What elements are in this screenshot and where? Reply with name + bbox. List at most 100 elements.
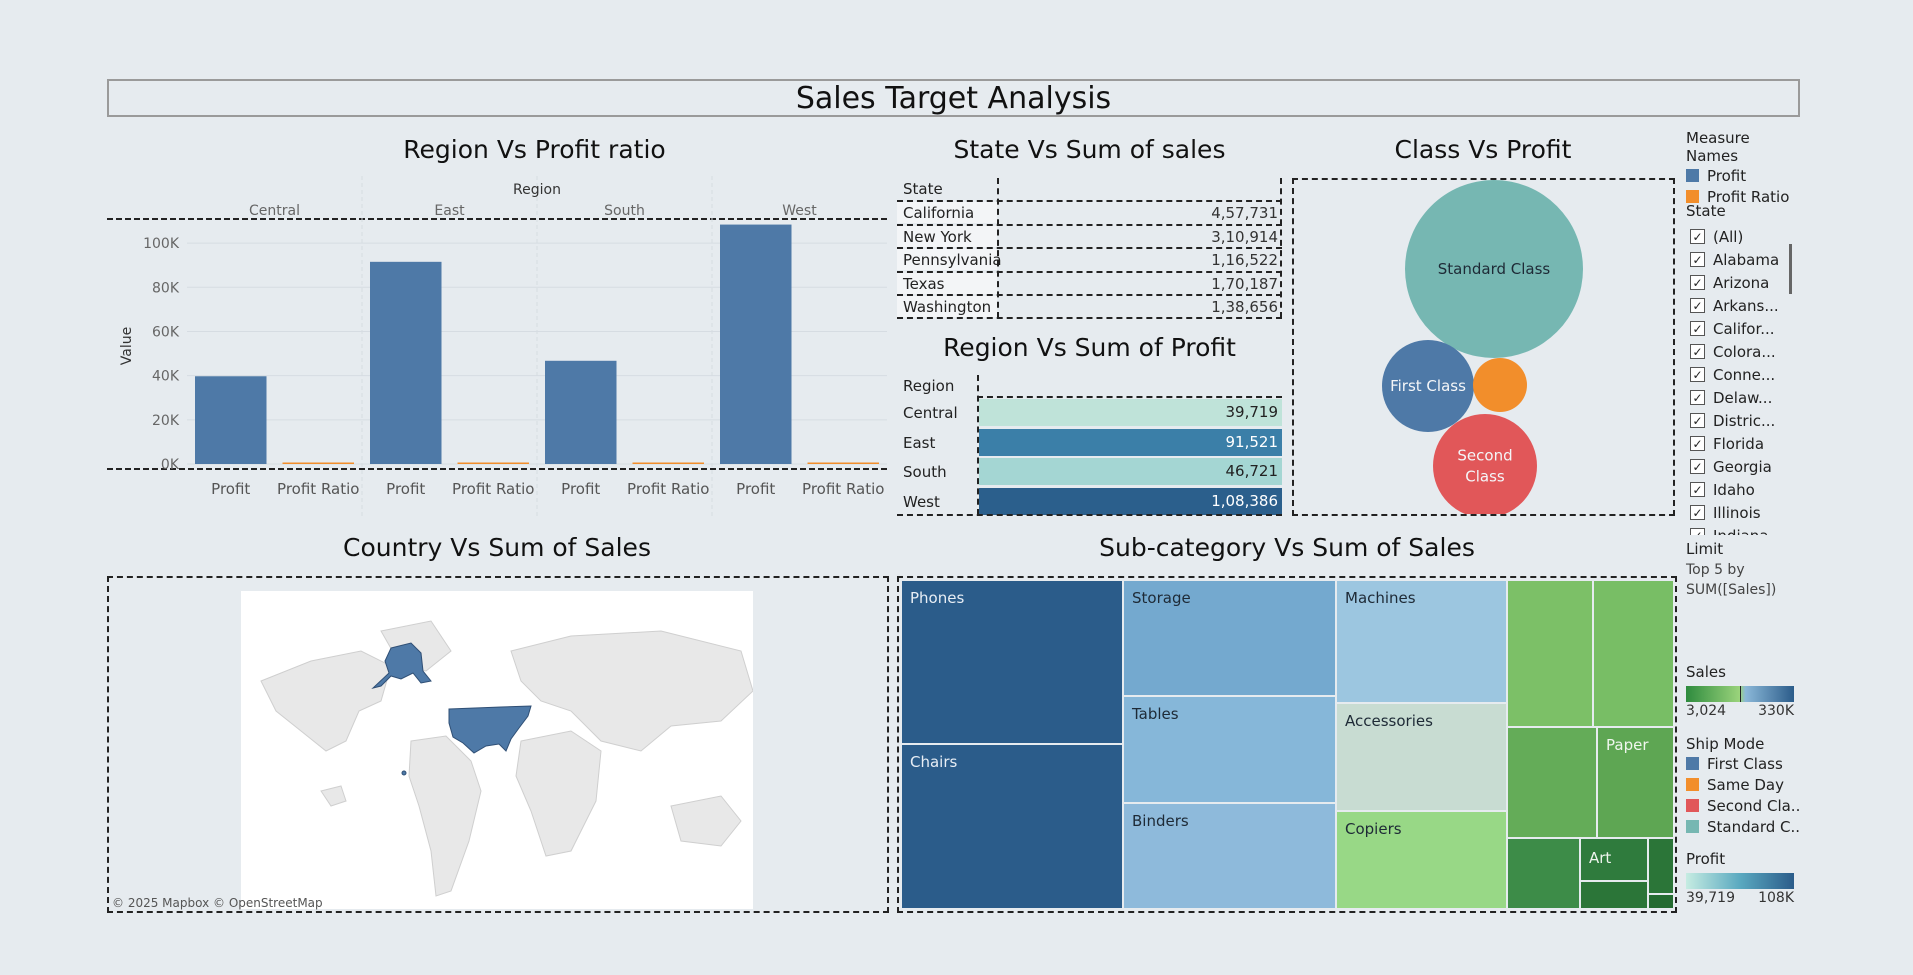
treemap-tables[interactable]: Tables: [1123, 696, 1336, 803]
checkbox-icon[interactable]: ✓: [1690, 390, 1705, 405]
state-filter-item[interactable]: ✓ (All): [1690, 226, 1743, 247]
checkbox-icon[interactable]: ✓: [1690, 229, 1705, 244]
sales-scale-title: Sales: [1686, 663, 1726, 681]
profit-scale-max: 108K: [1758, 890, 1794, 906]
state-filter-list[interactable]: ✓ (All) ✓ Alabama ✓ Arizona ✓ Arkans... ✓ Califor…: [1686, 224, 1801, 535]
treemap-chairs[interactable]: Chairs: [901, 744, 1123, 909]
state-name: Washington: [903, 298, 992, 316]
treemap-cell-3[interactable]: [1507, 727, 1597, 838]
profit-swatch: [1686, 169, 1699, 182]
region-name: Central: [903, 404, 958, 422]
measure-names-title: Measure Names: [1686, 129, 1750, 165]
bar-profit-ratio[interactable]: [457, 462, 530, 465]
treemap-storage[interactable]: Storage: [1123, 580, 1336, 696]
state-filter-item[interactable]: ✓ Conne...: [1690, 364, 1775, 385]
treemap-art[interactable]: Art: [1580, 838, 1648, 881]
class-profit-bubbles: Standard Class First Class Second Class: [1382, 180, 1583, 514]
profit-scale-min: 39,719: [1686, 890, 1735, 906]
checkbox-icon[interactable]: ✓: [1690, 413, 1705, 428]
bar-profit[interactable]: [545, 360, 617, 464]
region-row[interactable]: West 1,08,386: [897, 487, 1282, 516]
state-filter-item[interactable]: ✓ Idaho: [1690, 479, 1755, 500]
state-filter-item[interactable]: ✓ Colora...: [1690, 341, 1776, 362]
checkbox-icon[interactable]: ✓: [1690, 321, 1705, 336]
state-filter-scrollbar[interactable]: [1789, 244, 1792, 294]
checkbox-icon[interactable]: ✓: [1690, 505, 1705, 520]
world-map[interactable]: [241, 591, 753, 909]
state-filter-label: Distric...: [1713, 411, 1776, 430]
bar-profit-ratio[interactable]: [282, 462, 355, 465]
treemap-phones[interactable]: Phones: [901, 580, 1123, 744]
bar-profit-ratio[interactable]: [632, 462, 705, 465]
state-filter-item[interactable]: ✓ Delaw...: [1690, 387, 1772, 408]
treemap-phones-label: Phones: [910, 589, 965, 607]
checkbox-icon[interactable]: ✓: [1690, 344, 1705, 359]
sales-scale-max: 330K: [1758, 703, 1794, 719]
treemap-machines[interactable]: Machines: [1336, 580, 1507, 703]
region-profit-value: 39,719: [1225, 403, 1279, 421]
region-row[interactable]: East 91,521: [897, 428, 1282, 457]
state-filter-item[interactable]: ✓ Illinois: [1690, 502, 1761, 523]
state-filter-item[interactable]: ✓ Arkans...: [1690, 295, 1779, 316]
treemap-cell-2[interactable]: [1593, 580, 1674, 727]
bar-profit-ratio[interactable]: [807, 462, 880, 465]
y-tick-label: 40K: [152, 369, 180, 385]
checkbox-icon[interactable]: ✓: [1690, 298, 1705, 313]
bubble-label: Second: [1457, 447, 1512, 465]
state-filter-label: Califor...: [1713, 319, 1775, 338]
state-filter-item[interactable]: ✓ Indiana: [1690, 525, 1769, 535]
legend-item-profit[interactable]: Profit: [1686, 165, 1806, 186]
checkbox-icon[interactable]: ✓: [1690, 459, 1705, 474]
treemap-cell-4[interactable]: [1507, 838, 1580, 909]
checkbox-icon[interactable]: ✓: [1690, 528, 1705, 535]
legend-item-same-day[interactable]: Same Day: [1686, 774, 1806, 795]
legend-item-standard-class[interactable]: Standard C..: [1686, 816, 1806, 837]
region-row[interactable]: South 46,721: [897, 458, 1282, 486]
bar-profit[interactable]: [195, 376, 267, 464]
checkbox-icon[interactable]: ✓: [1690, 252, 1705, 267]
state-row[interactable]: Pennsylvania 1,16,522: [897, 247, 1282, 271]
treemap-paper[interactable]: Paper: [1597, 727, 1674, 838]
state-filter-item[interactable]: ✓ Alabama: [1690, 249, 1779, 270]
state-row[interactable]: California 4,57,731: [897, 200, 1282, 224]
limit-title: Limit: [1686, 540, 1724, 558]
state-filter-item[interactable]: ✓ Florida: [1690, 433, 1764, 454]
state-filter-item[interactable]: ✓ Georgia: [1690, 456, 1772, 477]
legend-item-first-class[interactable]: First Class: [1686, 753, 1806, 774]
state-filter-item[interactable]: ✓ Arizona: [1690, 272, 1769, 293]
state-sales-value: 1,70,187: [1211, 274, 1278, 293]
bubble[interactable]: [1473, 358, 1527, 412]
state-table-right-border: [1280, 178, 1282, 318]
state-filter-item[interactable]: ✓ Distric...: [1690, 410, 1775, 431]
state-row[interactable]: New York 3,10,914: [897, 223, 1282, 248]
limit-text: Top 5 by SUM([Sales]): [1686, 562, 1777, 598]
measure-label: Profit: [561, 480, 600, 498]
checkbox-icon[interactable]: ✓: [1690, 275, 1705, 290]
checkbox-icon[interactable]: ✓: [1690, 436, 1705, 451]
legend-panel: Measure Names Profit Profit Ratio: [1686, 129, 1806, 207]
state-name: New York: [903, 227, 972, 246]
state-filter-item[interactable]: ✓ Califor...: [1690, 318, 1775, 339]
treemap-accessories[interactable]: Accessories: [1336, 703, 1507, 811]
checkbox-icon[interactable]: ✓: [1690, 482, 1705, 497]
sales-gradient-marker: [1740, 686, 1741, 702]
region-row[interactable]: Central 39,719: [897, 399, 1282, 427]
state-row[interactable]: Washington 1,38,656: [897, 294, 1282, 318]
treemap-cell-6[interactable]: [1648, 838, 1674, 894]
treemap-cell-7[interactable]: [1648, 894, 1674, 909]
state-filter-label: Arizona: [1713, 273, 1770, 292]
bar-profit[interactable]: [720, 224, 792, 464]
state-filter-label: Florida: [1713, 434, 1765, 453]
treemap-binders[interactable]: Binders: [1123, 803, 1336, 909]
y-axis-label: Value: [119, 327, 135, 365]
legend-label: Profit: [1707, 166, 1747, 185]
treemap-cell-1[interactable]: [1507, 580, 1593, 727]
state-row[interactable]: Texas 1,70,187: [897, 270, 1282, 295]
region-column-header: Region: [513, 182, 561, 198]
treemap-cell-5[interactable]: [1580, 881, 1648, 909]
treemap-copiers[interactable]: Copiers: [1336, 811, 1507, 909]
legend-item-second-class[interactable]: Second Cla..: [1686, 795, 1806, 816]
bar-profit[interactable]: [370, 261, 442, 464]
checkbox-icon[interactable]: ✓: [1690, 367, 1705, 382]
state-name: California: [903, 204, 975, 222]
